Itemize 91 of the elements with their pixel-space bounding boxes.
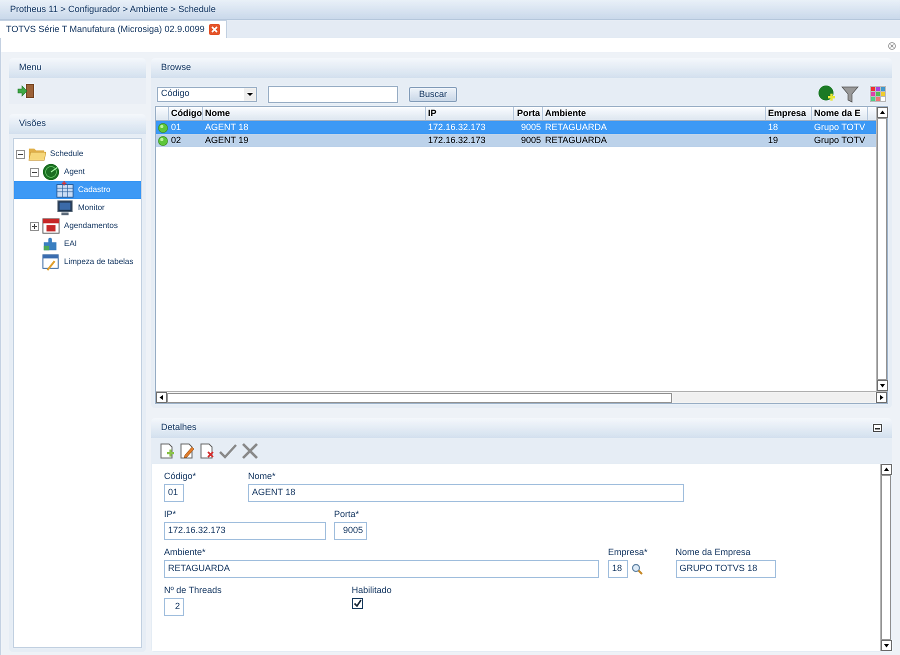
table-icon	[56, 181, 74, 199]
input-field[interactable]: 9005	[334, 522, 367, 540]
panel-title: Browse	[161, 61, 192, 74]
status-icon	[158, 136, 168, 146]
add-icon[interactable]	[818, 85, 836, 103]
table-cell-text: 9005	[520, 121, 542, 134]
scrollbar[interactable]	[880, 464, 891, 651]
tree-item[interactable]: Agent	[14, 163, 141, 181]
column-header[interactable]: Nome	[203, 107, 426, 120]
table-cell-text: Grupo TOTV	[813, 134, 866, 147]
table-cell-text: 01	[170, 121, 182, 134]
search-button[interactable]: Buscar	[409, 86, 458, 102]
field-label: Empresa*	[608, 546, 648, 556]
panel-title: Visões	[19, 117, 46, 130]
collapse-icon[interactable]	[16, 150, 25, 158]
table-cell-text: Grupo TOTV	[813, 121, 866, 134]
input-field[interactable]: GRUPO TOTVS 18	[676, 560, 776, 578]
edit-document-icon[interactable]	[179, 443, 195, 459]
input-field[interactable]: 172.16.32.173	[164, 522, 326, 540]
search-by-dropdown[interactable]: Código	[157, 86, 257, 102]
breadcrumb: Protheus 11 > Configurador > Ambiente > Schedule	[10, 2, 216, 16]
minimize-icon[interactable]	[873, 424, 882, 432]
input-field[interactable]: 2	[164, 598, 184, 616]
calendar-icon	[42, 217, 60, 235]
column-header[interactable]: Empresa	[766, 107, 812, 120]
table-cell-text: RETAGUARDA	[544, 134, 608, 147]
checkbox[interactable]	[352, 598, 363, 609]
field-label: Código*	[164, 470, 196, 480]
field-label: Ambiente*	[164, 546, 207, 556]
table-cell-text: RETAGUARDA	[544, 121, 608, 134]
column-header[interactable]: IP	[426, 107, 514, 120]
column-header[interactable]: Nome da E	[812, 107, 868, 120]
input-field[interactable]: AGENT 18	[248, 484, 684, 502]
panel-title: Menu	[19, 61, 42, 74]
add-document-icon[interactable]	[159, 443, 175, 459]
tab[interactable]: TOTVS Série T Manufatura (Microsiga) 02.9.0099	[0, 20, 227, 38]
check-icon[interactable]	[219, 443, 237, 459]
field-label: Porta*	[334, 508, 360, 518]
tree-item[interactable]: Limpeza de tabelas	[14, 253, 141, 271]
radar-icon	[42, 163, 60, 181]
column-header[interactable]: Porta	[514, 107, 543, 120]
input-field[interactable]: 01	[164, 484, 184, 502]
table-cell-text: 172.16.32.173	[427, 121, 487, 134]
filter-icon[interactable]	[841, 85, 859, 103]
monitor-icon	[56, 199, 74, 217]
search-icon[interactable]	[631, 563, 643, 575]
scroll-right-icon[interactable]	[876, 392, 887, 403]
field-label: Nome*	[248, 470, 277, 480]
close-icon[interactable]	[888, 42, 896, 50]
table-cell-text: AGENT 19	[204, 134, 250, 147]
scrollbar[interactable]	[876, 107, 887, 391]
search-field[interactable]	[268, 86, 398, 102]
expand-icon[interactable]	[30, 222, 39, 230]
tree-item[interactable]: Monitor	[14, 199, 141, 217]
table-cell-text: 9005	[520, 134, 542, 147]
collapse-icon[interactable]	[30, 168, 39, 176]
scroll-thumb[interactable]	[881, 475, 891, 640]
scroll-thumb[interactable]	[167, 392, 672, 402]
close-icon[interactable]	[208, 24, 220, 35]
tree-item[interactable]: Schedule	[14, 145, 141, 163]
field-label: Habilitado	[352, 584, 392, 594]
column-header[interactable]: Ambiente	[543, 107, 766, 120]
table-row[interactable]: 02 AGENT 19 172.16.32.173 9005 RETAGUARDA 19 Grupo TOTV	[156, 134, 876, 147]
column-header[interactable]: Código	[169, 107, 203, 120]
scroll-down-icon[interactable]	[881, 640, 892, 651]
delete-document-icon[interactable]	[199, 443, 215, 459]
table-cell-text: 02	[170, 134, 182, 147]
table-cell-text: AGENT 18	[204, 121, 250, 134]
scroll-thumb[interactable]	[877, 118, 887, 380]
field-label: Nome da Empresa	[676, 546, 752, 556]
close-icon[interactable]	[241, 442, 259, 460]
status-icon	[158, 122, 168, 132]
table-icon	[42, 253, 60, 271]
input-field[interactable]: 18	[608, 560, 628, 578]
field-label: Nº de Threads	[164, 584, 222, 594]
tree-item[interactable]: EAI	[14, 235, 141, 253]
scroll-left-icon[interactable]	[156, 392, 167, 403]
panel-title: Detalhes	[161, 421, 197, 434]
dropdown-icon[interactable]	[244, 88, 256, 100]
exit-door-icon[interactable]	[17, 83, 35, 99]
color-grid-icon[interactable]	[870, 86, 886, 102]
scroll-up-icon[interactable]	[881, 464, 892, 475]
table-cell-text: 18	[767, 121, 780, 134]
input-field[interactable]: RETAGUARDA	[164, 560, 599, 578]
scroll-up-icon[interactable]	[877, 107, 888, 118]
tree-item[interactable]: Agendamentos	[14, 217, 141, 235]
horizontal-scrollbar[interactable]	[156, 391, 887, 403]
scroll-down-icon[interactable]	[877, 380, 888, 391]
field-label: IP*	[164, 508, 178, 518]
table-cell-text: 172.16.32.173	[427, 134, 487, 147]
table-cell-text: 19	[767, 134, 780, 147]
